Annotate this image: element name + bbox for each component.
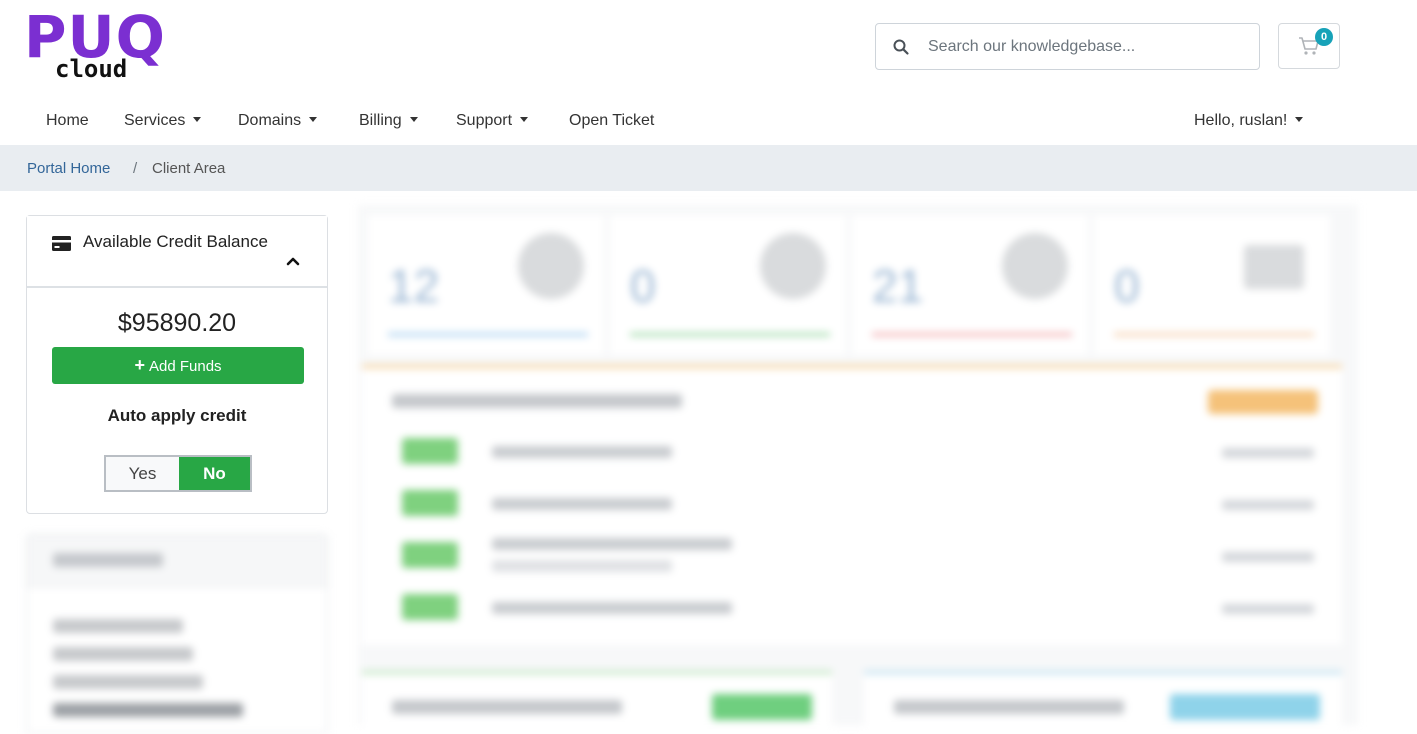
chevron-up-icon[interactable] (286, 256, 300, 266)
info-title-obscured (53, 553, 163, 567)
credit-balance-card: Available Credit Balance $95890.20 + Add … (26, 215, 328, 514)
stat-underline (388, 333, 588, 336)
row-link-obscured (1222, 500, 1314, 510)
panel-button-obscured (1208, 390, 1318, 414)
nav-services-label: Services (124, 112, 186, 129)
products-panel-obscured (362, 365, 1342, 645)
site-header: PUQ cloud 0 (0, 0, 1417, 100)
info-line-obscured (53, 675, 203, 689)
info-line-obscured (53, 647, 193, 661)
credit-card-title: Available Credit Balance (83, 232, 268, 251)
row-text-obscured (492, 498, 672, 510)
panel-title-obscured (392, 394, 682, 408)
plus-icon: + (134, 355, 145, 375)
status-chip (402, 542, 458, 568)
caret-down-icon (409, 117, 418, 122)
row-subtext-obscured (492, 560, 672, 572)
toggle-yes-option[interactable]: Yes (106, 457, 179, 490)
nav-support-label: Support (456, 112, 513, 129)
stat-number-obscured: 21 (872, 260, 924, 312)
info-card-header-obscured (27, 535, 327, 587)
credit-balance-amount: $95890.20 (117, 309, 237, 337)
stat-icon (518, 233, 584, 299)
your-info-card-obscured (26, 534, 328, 734)
nav-home-label: Home (46, 112, 89, 129)
lower-panel-button-obscured (712, 694, 812, 720)
stat-tile: 12 (368, 215, 604, 355)
credit-card-header: Available Credit Balance (27, 216, 327, 288)
caret-down-icon (193, 117, 202, 122)
row-text-obscured (492, 602, 732, 614)
user-menu[interactable]: Hello, ruslan! (1194, 112, 1304, 130)
stat-number-obscured: 0 (630, 260, 656, 312)
nav-support[interactable]: Support (456, 112, 529, 130)
credit-card-icon (52, 236, 71, 251)
nav-billing-label: Billing (359, 112, 402, 129)
row-text-obscured (492, 446, 672, 458)
stat-tile: 0 (1094, 215, 1330, 355)
caret-down-icon (1295, 117, 1304, 122)
stat-underline (630, 333, 830, 336)
nav-open-ticket-label: Open Ticket (569, 112, 655, 129)
stat-number-obscured: 0 (1114, 260, 1140, 312)
nav-services[interactable]: Services (124, 112, 202, 130)
row-text-obscured (492, 538, 732, 550)
breadcrumb-separator: / (133, 160, 138, 177)
cart-count-badge: 0 (1315, 28, 1333, 46)
stat-number-obscured: 12 (388, 260, 440, 312)
stat-icon (760, 233, 826, 299)
lower-panel-title-obscured (894, 700, 1124, 714)
row-link-obscured (1222, 552, 1314, 562)
nav-domains-label: Domains (238, 112, 302, 129)
stat-tile: 21 (852, 215, 1088, 355)
status-chip (402, 490, 458, 516)
stat-icon (1244, 245, 1304, 289)
stat-icon (1002, 233, 1068, 299)
auto-apply-credit-label: Auto apply credit (107, 406, 247, 425)
status-chip (402, 438, 458, 464)
brand-logo[interactable]: PUQ cloud (24, 6, 194, 90)
row-link-obscured (1222, 448, 1314, 458)
auto-apply-toggle[interactable]: Yes No (104, 455, 252, 492)
nav-home[interactable]: Home (46, 112, 89, 130)
add-funds-label: Add Funds (148, 358, 222, 375)
status-chip (402, 594, 458, 620)
nav-billing[interactable]: Billing (359, 112, 418, 130)
stat-underline (1114, 333, 1314, 336)
nav-domains[interactable]: Domains (238, 112, 318, 130)
lower-panel-button-obscured (1170, 694, 1320, 720)
info-line-obscured (53, 619, 183, 633)
toggle-no-option[interactable]: No (179, 457, 250, 490)
stat-underline (872, 333, 1072, 336)
lower-panel-obscured (864, 671, 1342, 731)
nav-open-ticket[interactable]: Open Ticket (569, 112, 654, 130)
logo-subtext: cloud (55, 55, 128, 83)
user-greeting: Hello, ruslan! (1194, 112, 1288, 129)
stat-tile: 0 (610, 215, 846, 355)
breadcrumb-current: Client Area (152, 160, 226, 177)
breadcrumb: Portal Home / Client Area (0, 145, 1417, 191)
caret-down-icon (309, 117, 318, 122)
main-navbar: Home Services Domains Billing Support Op… (0, 100, 1417, 145)
breadcrumb-portal-home[interactable]: Portal Home (27, 160, 110, 177)
caret-down-icon (520, 117, 529, 122)
dashboard-content-obscured: 12 0 21 0 (358, 205, 1358, 731)
lower-panel-title-obscured (392, 700, 622, 714)
search-icon (893, 39, 909, 55)
row-link-obscured (1222, 604, 1314, 614)
cart-button[interactable]: 0 (1278, 23, 1340, 69)
knowledgebase-search[interactable] (875, 23, 1260, 70)
add-funds-button[interactable]: + Add Funds (52, 347, 304, 384)
lower-panel-obscured (362, 671, 832, 731)
search-input[interactable] (928, 34, 1248, 60)
